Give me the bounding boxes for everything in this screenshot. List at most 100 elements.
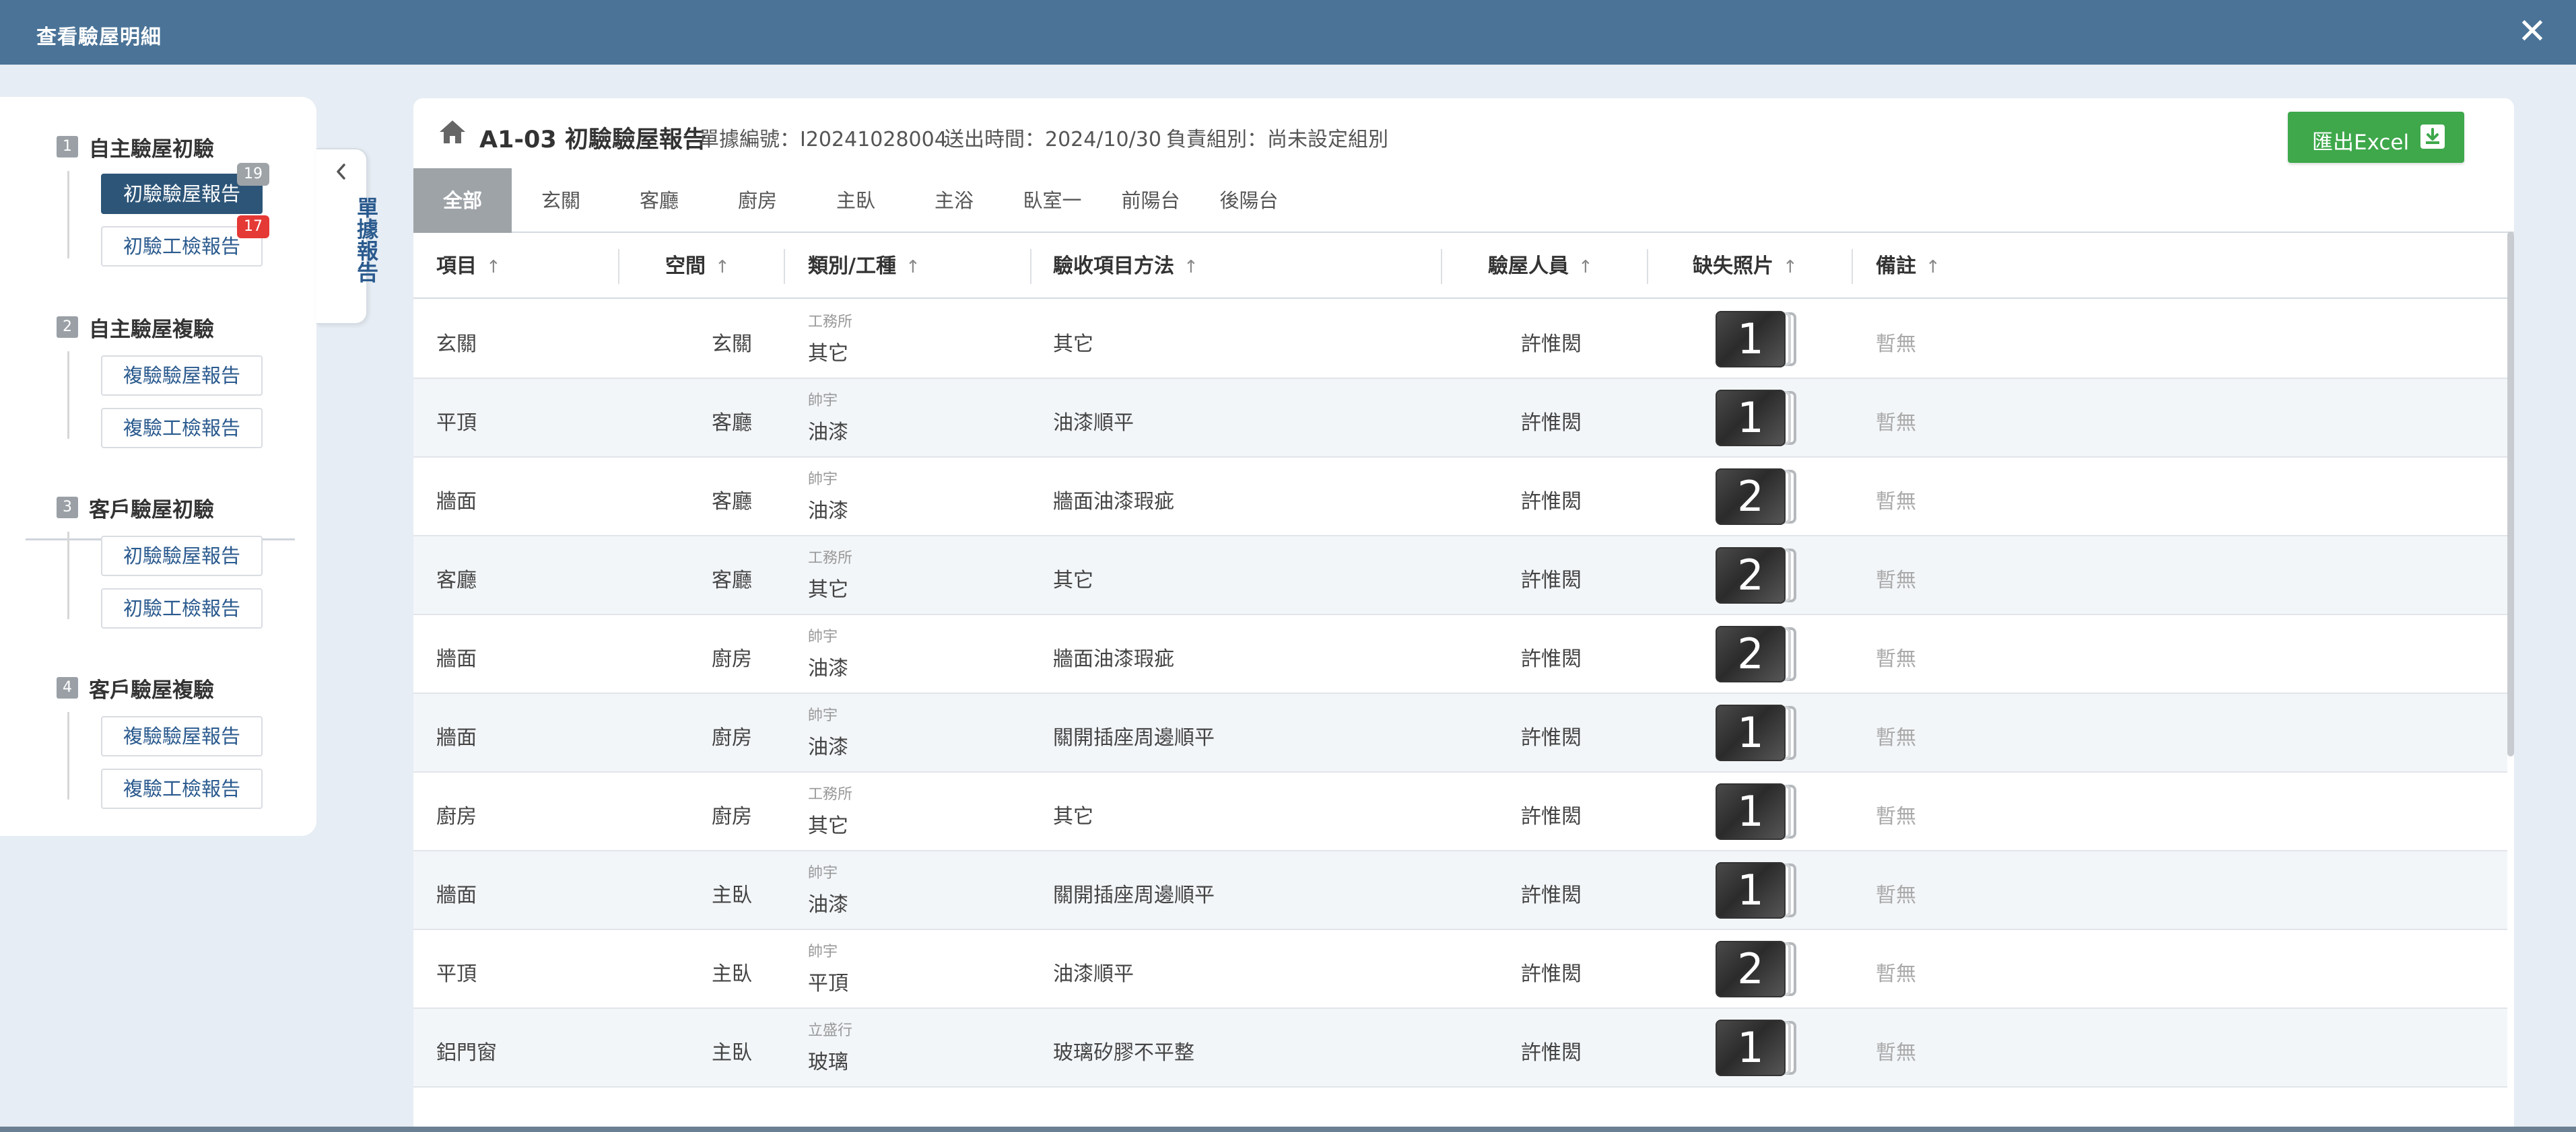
stage-number: 3	[57, 497, 78, 518]
cell-remark: 暫無	[1876, 647, 1916, 671]
vertical-scrollbar[interactable]	[2507, 232, 2514, 756]
responsible-group: 負責組別：尚未設定組別	[1166, 122, 1388, 152]
count-badge: 17	[237, 215, 269, 238]
photo-count: 2	[1737, 551, 1764, 600]
cell-vendor: 帥宇	[808, 392, 838, 409]
table-row[interactable]: 牆面 主臥 帥宇 油漆 關開插座周邊順平 許惟閎 1 暫無	[413, 851, 2507, 930]
cell-space: 主臥	[712, 962, 752, 986]
sent-time-value: 2024/10/30	[1045, 128, 1161, 151]
doc-number-label: 單據編號：	[699, 128, 800, 151]
tab-bedroom-one[interactable]: 臥室一	[1003, 168, 1101, 233]
cell-vendor: 工務所	[808, 314, 853, 330]
column-header-photos[interactable]: 缺失照片 ↑	[1693, 234, 1798, 299]
collapse-tab-label: 單據報告	[353, 197, 379, 283]
photo-count: 2	[1737, 944, 1764, 993]
report-button-initial-inspection[interactable]: 初驗驗屋報告 19	[101, 163, 269, 214]
cell-item: 牆面	[436, 726, 477, 750]
report-button-initial-work-check[interactable]: 初驗工檢報告 17	[101, 215, 269, 267]
column-separator	[1441, 249, 1442, 284]
column-header-method[interactable]: 驗收項目方法 ↑	[1053, 234, 1198, 299]
cell-space: 主臥	[712, 884, 752, 907]
report-button-label: 初驗工檢報告	[123, 235, 240, 258]
report-button-rework-check[interactable]: 複驗工檢報告	[101, 408, 263, 448]
report-button-label: 複驗驗屋報告	[123, 725, 240, 748]
table-row[interactable]: 鋁門窗 主臥 立盛行 玻璃 玻璃矽膠不平整 許惟閎 1 暫無	[413, 1009, 2507, 1088]
window-title: 查看驗屋明細	[36, 26, 162, 49]
table-row[interactable]: 平頂 客廳 帥宇 油漆 油漆順平 許惟閎 1 暫無	[413, 379, 2507, 458]
defect-photo-thumbnail[interactable]: 1	[1716, 311, 1807, 369]
stage-1: 1 自主驗屋初驗 初驗驗屋報告 19 初驗工檢報告 17	[57, 133, 269, 267]
stage-line	[67, 532, 69, 619]
defect-photo-thumbnail[interactable]: 2	[1716, 941, 1807, 999]
cell-inspector: 許惟閎	[1521, 332, 1582, 356]
column-header-label: 缺失照片	[1693, 254, 1773, 278]
collapse-sidebar-tab[interactable]: 單據報告	[316, 148, 379, 324]
cell-vendor: 帥宇	[808, 629, 838, 645]
home-icon[interactable]	[438, 118, 467, 145]
tab-kitchen[interactable]: 廚房	[708, 168, 807, 233]
column-header-category[interactable]: 類別/工種 ↑	[808, 234, 920, 299]
table-row[interactable]: 客廳 客廳 工務所 其它 其它 許惟閎 2 暫無	[413, 536, 2507, 615]
report-button-customer-reinspection[interactable]: 複驗驗屋報告	[101, 716, 263, 756]
cell-method: 玻璃矽膠不平整	[1053, 1041, 1194, 1065]
cell-item: 牆面	[436, 490, 477, 514]
bottom-edge	[0, 1127, 2576, 1132]
space-tabs: 全部 玄關 客廳 廚房 主臥 主浴 臥室一 前陽台 後陽台	[413, 168, 2514, 233]
table-row[interactable]: 牆面 廚房 帥宇 油漆 牆面油漆瑕疵 許惟閎 2 暫無	[413, 615, 2507, 694]
tab-front-balcony[interactable]: 前陽台	[1101, 168, 1200, 233]
defect-photo-thumbnail[interactable]: 1	[1716, 783, 1807, 841]
column-header-inspector[interactable]: 驗屋人員 ↑	[1488, 234, 1593, 299]
sort-arrow-icon: ↑	[1578, 257, 1593, 277]
cell-method: 牆面油漆瑕疵	[1053, 490, 1174, 514]
report-button-label: 複驗工檢報告	[123, 417, 240, 439]
column-header-label: 項目	[436, 254, 477, 278]
cell-space: 廚房	[712, 647, 752, 671]
report-button-label: 初驗驗屋報告	[123, 182, 240, 205]
tab-all[interactable]: 全部	[413, 168, 512, 233]
defect-photo-thumbnail[interactable]: 2	[1716, 547, 1807, 605]
tab-living-room[interactable]: 客廳	[610, 168, 708, 233]
stage-name: 自主驗屋複驗	[89, 317, 214, 342]
cell-remark: 暫無	[1876, 726, 1916, 750]
defect-photo-thumbnail[interactable]: 2	[1716, 468, 1807, 526]
table-row[interactable]: 廚房 廚房 工務所 其它 其它 許惟閎 1 暫無	[413, 773, 2507, 851]
table-row[interactable]: 玄關 玄關 工務所 其它 其它 許惟閎 1 暫無	[413, 300, 2507, 379]
defect-photo-thumbnail[interactable]: 1	[1716, 705, 1807, 763]
cell-method: 其它	[1053, 805, 1093, 828]
cell-inspector: 許惟閎	[1521, 569, 1582, 592]
cell-trade: 油漆	[808, 893, 848, 917]
table-row[interactable]: 平頂 主臥 帥宇 平頂 油漆順平 許惟閎 2 暫無	[413, 930, 2507, 1009]
close-icon[interactable]: ✕	[2515, 14, 2549, 49]
cell-trade: 其它	[808, 814, 848, 838]
column-header-remark[interactable]: 備註 ↑	[1876, 234, 1940, 299]
cell-item: 牆面	[436, 884, 477, 907]
defect-photo-thumbnail[interactable]: 1	[1716, 1020, 1807, 1077]
export-excel-button[interactable]: 匯出Excel	[2288, 112, 2464, 163]
photo-count: 1	[1737, 865, 1764, 915]
report-button-customer-initial-inspection[interactable]: 初驗驗屋報告	[101, 536, 263, 576]
defect-photo-thumbnail[interactable]: 1	[1716, 862, 1807, 920]
sent-time-label: 送出時間：	[944, 128, 1045, 151]
cell-space: 廚房	[712, 805, 752, 828]
tab-master-bedroom[interactable]: 主臥	[807, 168, 905, 233]
stage-line	[67, 171, 69, 258]
column-header-space[interactable]: 空間 ↑	[665, 234, 730, 299]
table-row[interactable]: 牆面 廚房 帥宇 油漆 關開插座周邊順平 許惟閎 1 暫無	[413, 694, 2507, 773]
cell-trade: 油漆	[808, 421, 848, 444]
column-separator	[1647, 249, 1648, 284]
defect-photo-thumbnail[interactable]: 1	[1716, 390, 1807, 448]
table-row[interactable]: 牆面 客廳 帥宇 油漆 牆面油漆瑕疵 許惟閎 2 暫無	[413, 458, 2507, 536]
column-header-item[interactable]: 項目 ↑	[436, 234, 501, 299]
cell-item: 平頂	[436, 962, 477, 986]
tab-master-bath[interactable]: 主浴	[905, 168, 1003, 233]
tab-rear-balcony[interactable]: 後陽台	[1200, 168, 1298, 233]
cell-item: 平頂	[436, 411, 477, 435]
cell-item: 廚房	[436, 805, 477, 828]
photo-count: 1	[1737, 708, 1764, 757]
defect-photo-thumbnail[interactable]: 2	[1716, 626, 1807, 684]
download-icon	[2420, 125, 2445, 149]
report-button-customer-initial-work-check[interactable]: 初驗工檢報告	[101, 588, 263, 629]
tab-entrance[interactable]: 玄關	[512, 168, 610, 233]
report-button-customer-rework-check[interactable]: 複驗工檢報告	[101, 769, 263, 809]
report-button-reinspection[interactable]: 複驗驗屋報告	[101, 355, 263, 396]
